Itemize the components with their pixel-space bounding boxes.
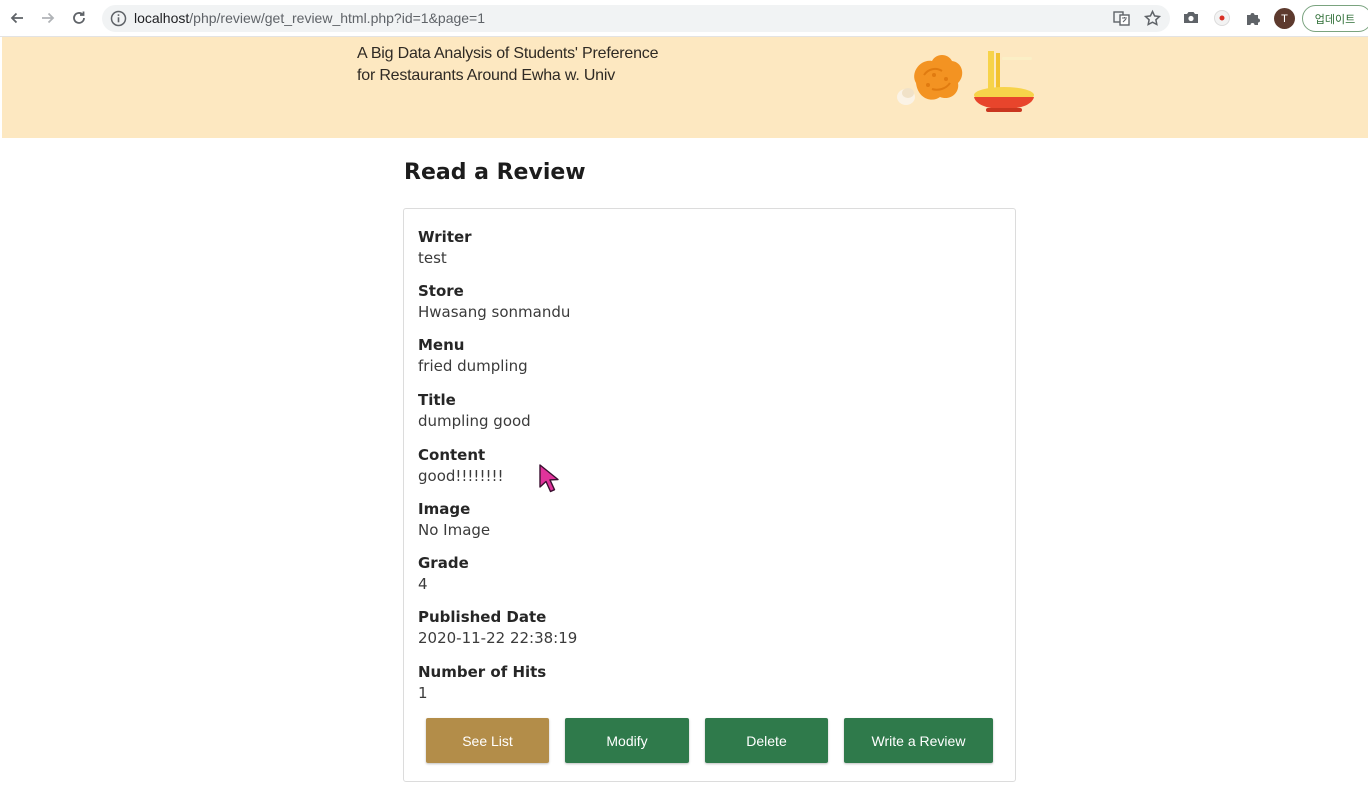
field-store: Store Hwasang sonmandu	[418, 281, 570, 323]
fried-chicken-icon	[897, 55, 963, 105]
translate-icon[interactable]	[1112, 9, 1131, 28]
reload-icon	[73, 11, 85, 24]
field-label: Image	[418, 500, 471, 518]
field-label: Content	[418, 446, 486, 464]
field-value: Hwasang sonmandu	[418, 303, 571, 321]
delete-button[interactable]: Delete	[705, 718, 828, 763]
field-writer: Writer test	[418, 227, 472, 269]
site-title-line2: for Restaurants Around Ewha w. Univ	[357, 67, 616, 84]
star-icon[interactable]	[1143, 9, 1162, 28]
write-review-button[interactable]: Write a Review	[844, 718, 993, 763]
field-content: Content good!!!!!!!!	[418, 445, 504, 487]
field-label: Grade	[418, 554, 469, 572]
reload-button[interactable]	[67, 6, 91, 30]
field-label: Store	[418, 282, 464, 300]
cursor-icon	[539, 464, 559, 493]
modify-button[interactable]: Modify	[565, 718, 689, 763]
field-value: 1	[418, 684, 428, 702]
page-title: Read a Review	[404, 160, 586, 185]
field-value: good!!!!!!!!	[418, 467, 504, 485]
field-value: 4	[418, 575, 428, 593]
field-value: fried dumpling	[418, 357, 528, 375]
site-title[interactable]: A Big Data Analysis of Students' Prefere…	[357, 43, 659, 87]
site-title-line1: A Big Data Analysis of Students' Prefere…	[357, 45, 659, 62]
field-label: Title	[418, 391, 456, 409]
update-button[interactable]: 업데이트	[1302, 5, 1368, 32]
see-list-button[interactable]: See List	[426, 718, 549, 763]
field-value: dumpling good	[418, 412, 531, 430]
field-number-of-hits: Number of Hits 1	[418, 662, 546, 704]
browser-toolbar: localhost/php/review/get_review_html.php…	[0, 0, 1368, 37]
url-path: /php/review/get_review_html.php?id=1&pag…	[189, 10, 486, 26]
site-banner: A Big Data Analysis of Students' Prefere…	[2, 37, 1368, 138]
field-label: Menu	[418, 336, 465, 354]
field-menu: Menu fried dumpling	[418, 335, 528, 377]
field-published-date: Published Date 2020-11-22 22:38:19	[418, 607, 577, 649]
back-button[interactable]	[5, 6, 29, 30]
field-value: test	[418, 249, 447, 267]
address-bar[interactable]: localhost/php/review/get_review_html.php…	[102, 5, 1170, 32]
camera-icon[interactable]	[1182, 9, 1200, 27]
field-title: Title dumpling good	[418, 390, 531, 432]
field-label: Published Date	[418, 608, 547, 626]
field-value: No Image	[418, 521, 491, 539]
record-icon[interactable]	[1213, 9, 1231, 27]
forward-button[interactable]	[36, 6, 60, 30]
field-image: Image No Image	[418, 499, 490, 541]
profile-avatar[interactable]: T	[1274, 8, 1295, 29]
url-host: localhost	[134, 10, 190, 26]
field-label: Number of Hits	[418, 663, 547, 681]
forward-icon	[42, 12, 55, 24]
url-text[interactable]: localhost/php/review/get_review_html.php…	[134, 10, 485, 26]
noodle-bowl-icon	[974, 51, 1034, 112]
extensions-icon[interactable]	[1244, 9, 1262, 27]
food-illustration	[897, 51, 1034, 112]
info-icon[interactable]	[110, 10, 127, 27]
review-card: Writer test Store Hwasang sonmandu Menu …	[403, 208, 1016, 782]
field-label: Writer	[418, 228, 472, 246]
field-grade: Grade 4	[418, 553, 469, 595]
back-icon	[10, 12, 23, 24]
field-value: 2020-11-22 22:38:19	[418, 629, 578, 647]
